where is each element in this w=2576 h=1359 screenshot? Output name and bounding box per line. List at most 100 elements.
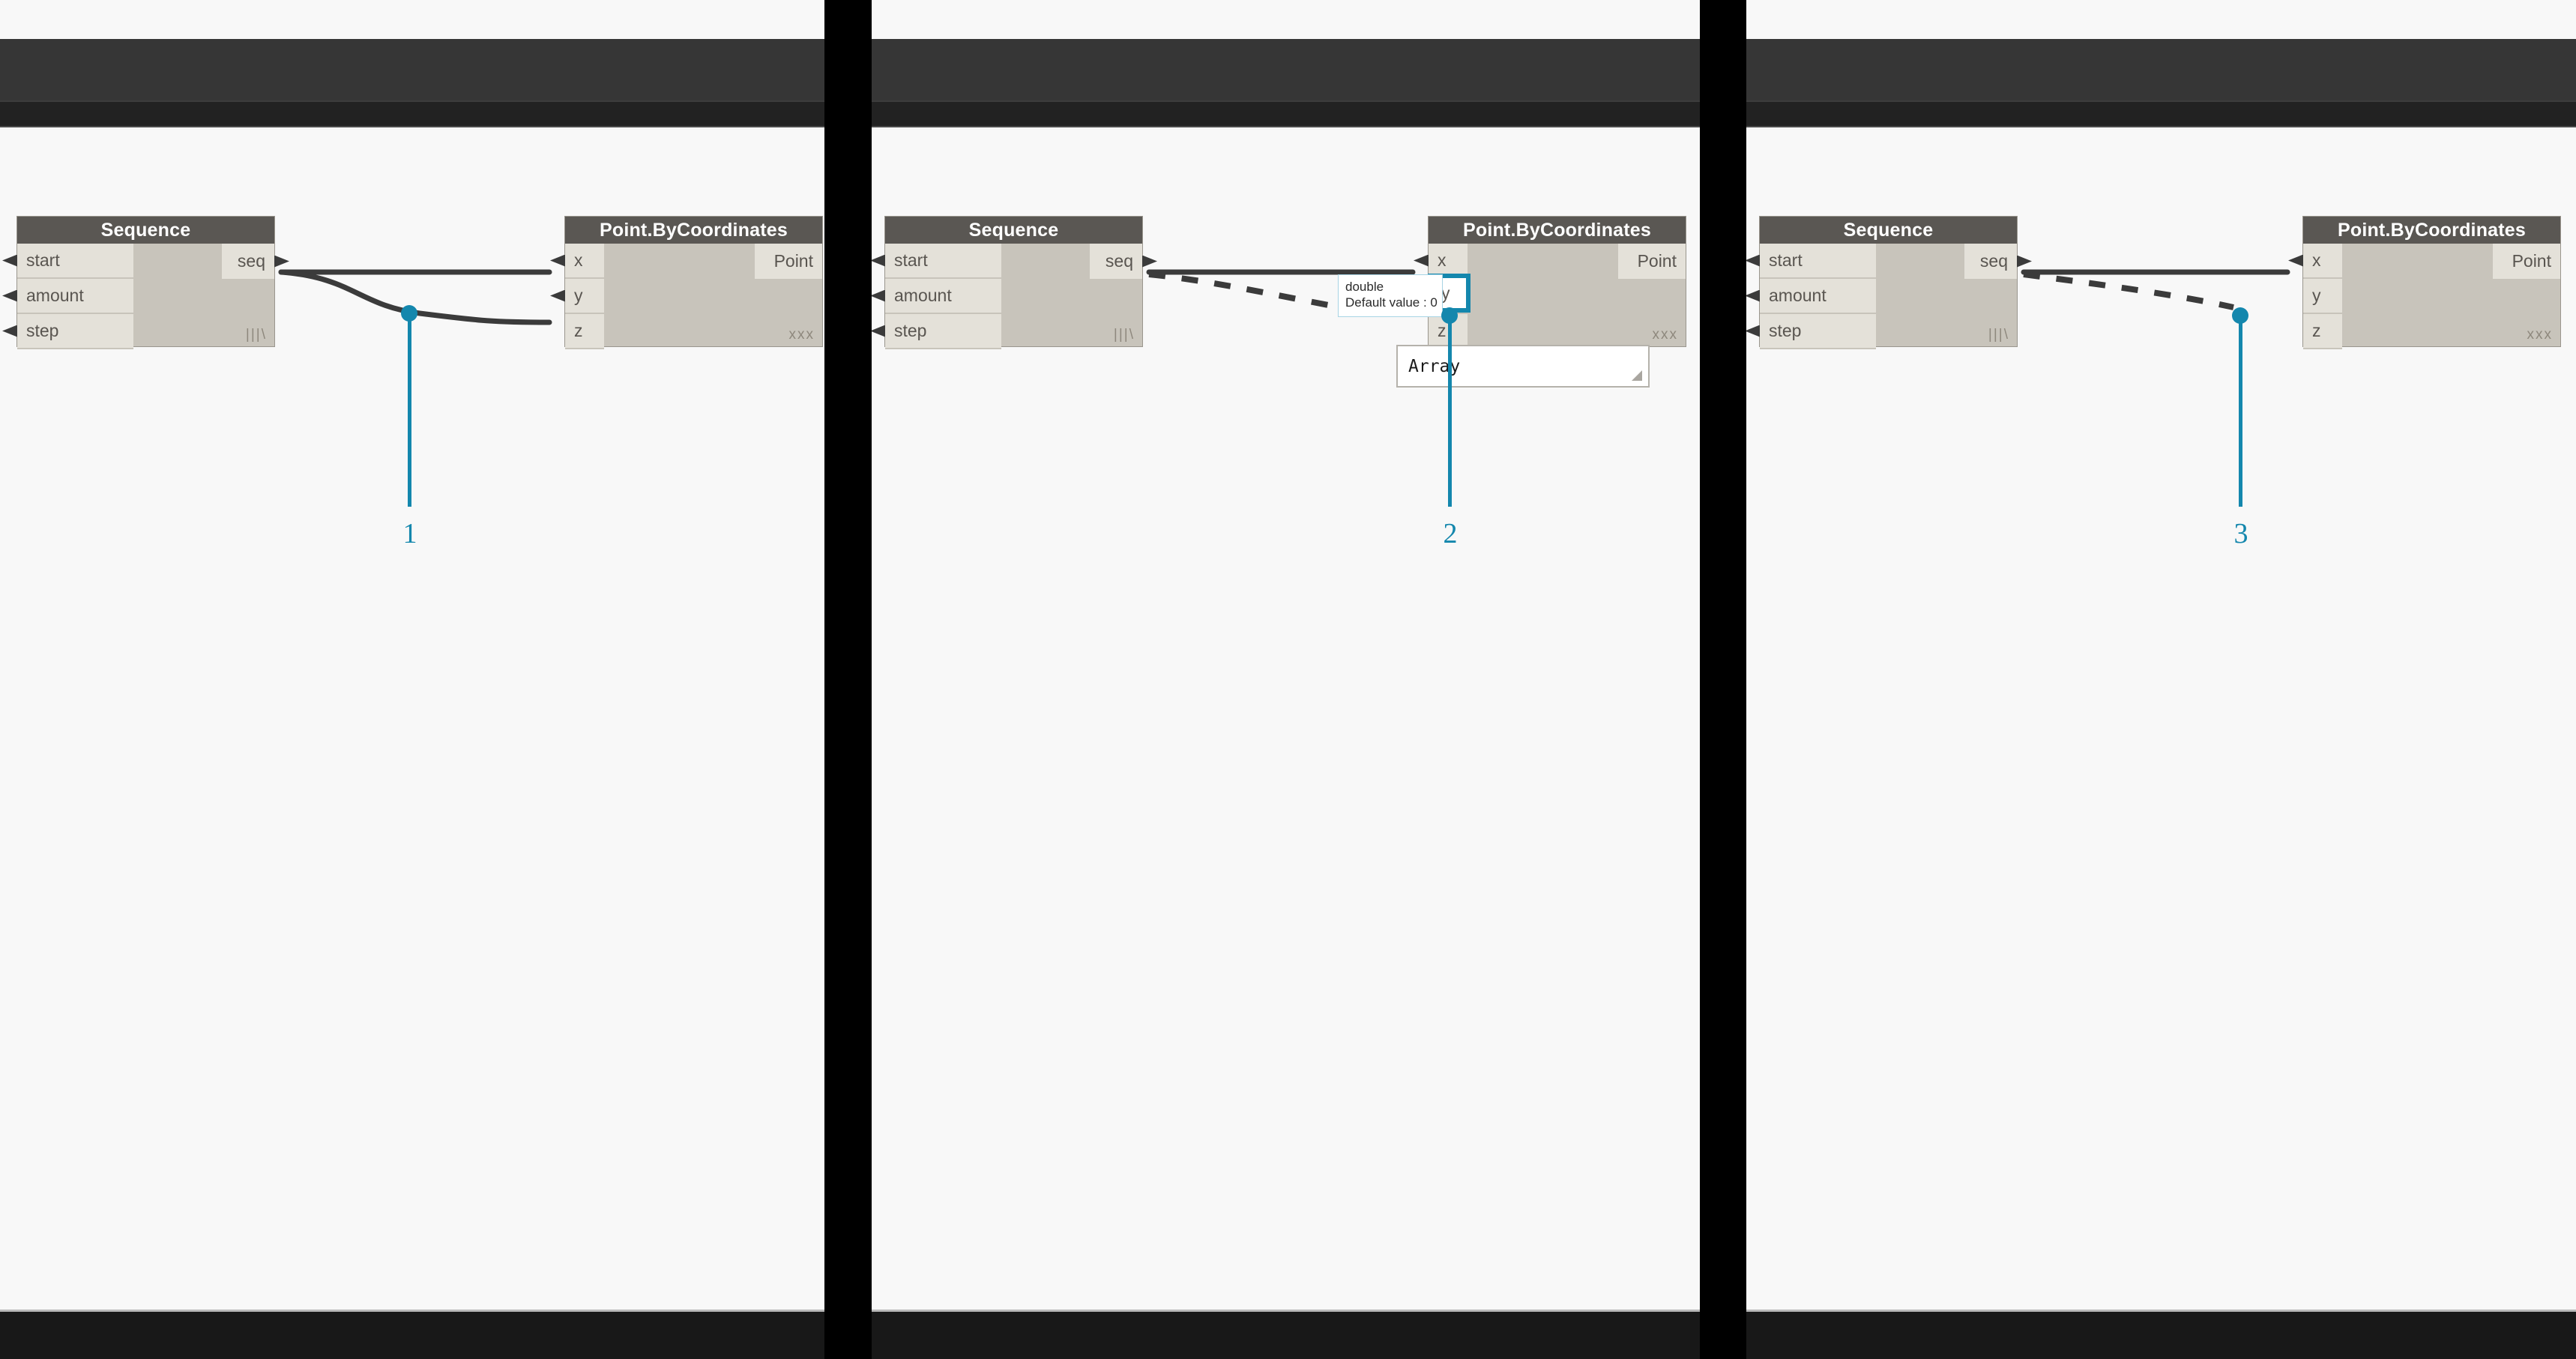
callout-number-2: 2 <box>1443 518 1458 549</box>
port-x[interactable]: x <box>550 244 604 279</box>
port-x[interactable]: x <box>2288 244 2342 279</box>
port-connector-icon <box>1414 254 1429 267</box>
port-z[interactable]: z <box>2303 314 2342 349</box>
lacing-indicator[interactable]: xxx <box>2527 327 2554 343</box>
port-label: start <box>26 250 60 270</box>
node-body: start amount step seq |||\ <box>2 244 289 349</box>
callout-line-2 <box>1448 316 1452 507</box>
node-title: Sequence <box>885 217 1142 244</box>
resize-grip-icon[interactable] <box>1632 370 1642 381</box>
screenshot-stage: Sequence start amount step seq |||\ Poin… <box>0 0 2576 1359</box>
port-label: z <box>1438 321 1447 340</box>
port-label: amount <box>894 286 952 305</box>
node-body: x y z Point xxx <box>550 244 822 349</box>
tooltip-default: Default value : 0 <box>1345 295 1438 310</box>
toolbar-bottom <box>1746 102 2576 127</box>
port-amount[interactable]: amount <box>1746 279 1876 314</box>
port-y[interactable]: y <box>550 279 604 314</box>
panel-gutter-1 <box>824 0 872 1359</box>
port-amount[interactable]: amount <box>2 279 133 314</box>
port-label: y <box>574 286 583 305</box>
lacing-indicator[interactable]: |||\ <box>1114 327 1135 343</box>
lacing-indicator[interactable]: xxx <box>789 327 815 343</box>
panel-footer <box>1746 1310 2576 1359</box>
node-sequence-2[interactable]: Sequence start amount step seq |||\ <box>872 216 1157 349</box>
port-label: y <box>2312 286 2321 305</box>
port-label: Point <box>2512 251 2551 271</box>
port-label: x <box>574 250 583 270</box>
port-connector-icon <box>2288 254 2303 267</box>
port-connector-icon <box>2 289 17 302</box>
port-amount[interactable]: amount <box>872 279 1001 314</box>
port-y[interactable]: y <box>2303 279 2342 314</box>
port-label: z <box>574 321 583 340</box>
port-connector-icon <box>1142 255 1157 268</box>
toolbar-bottom <box>872 102 1700 127</box>
toolbar-top <box>872 39 1700 105</box>
port-point[interactable]: Point <box>1618 244 1686 279</box>
wire-dragging-dashed <box>1148 271 1341 310</box>
port-point[interactable]: Point <box>755 244 822 279</box>
port-type-tooltip: double Default value : 0 <box>1338 274 1443 317</box>
port-seq[interactable]: seq <box>1090 244 1157 279</box>
toolbar-bottom <box>0 102 824 127</box>
node-sequence-1[interactable]: Sequence start amount step seq |||\ <box>2 216 289 349</box>
callout-line-3 <box>2239 316 2242 507</box>
port-connector-icon <box>872 325 885 337</box>
panel-footer <box>872 1310 1700 1359</box>
node-point-bycoordinates-1[interactable]: Point.ByCoordinates x y z Point xxx <box>550 216 823 349</box>
port-label: Point <box>1637 251 1677 271</box>
port-z[interactable]: z <box>565 314 604 349</box>
node-body: x y z Point xxx <box>2288 244 2560 349</box>
node-title: Sequence <box>1760 217 2017 244</box>
port-connector-icon <box>1746 254 1760 267</box>
port-connector-icon <box>550 254 565 267</box>
node-body: start amount step seq |||\ <box>872 244 1157 349</box>
lacing-indicator[interactable]: |||\ <box>246 327 267 343</box>
port-seq[interactable]: seq <box>1964 244 2032 279</box>
port-connector-icon <box>1746 289 1760 302</box>
port-label: seq <box>1105 251 1133 271</box>
port-label: amount <box>26 286 84 305</box>
node-title: Point.ByCoordinates <box>2303 217 2560 244</box>
port-label: step <box>894 321 927 340</box>
port-point[interactable]: Point <box>2493 244 2560 279</box>
toolbar-top <box>0 39 824 105</box>
port-connector-icon <box>550 289 565 302</box>
port-label: seq <box>1979 251 2008 271</box>
port-label: start <box>894 250 928 270</box>
panel-1: Sequence start amount step seq |||\ Poin… <box>0 0 824 1359</box>
panel-2: Sequence start amount step seq |||\ Poin… <box>872 0 1700 1359</box>
port-connector-icon <box>872 254 885 267</box>
port-step[interactable]: step <box>1746 314 1876 349</box>
port-connector-icon <box>2017 255 2032 268</box>
port-label: step <box>1769 321 1802 340</box>
port-connector-icon <box>2 254 17 267</box>
lacing-indicator[interactable]: xxx <box>1653 327 1679 343</box>
port-step[interactable]: step <box>2 314 133 349</box>
port-connector-icon <box>2 325 17 337</box>
port-label: step <box>26 321 59 340</box>
port-start[interactable]: start <box>872 244 1001 279</box>
node-sequence-3[interactable]: Sequence start amount step seq |||\ <box>1746 216 2032 349</box>
array-code-block[interactable]: Array <box>1396 345 1650 388</box>
panel-gutter-2 <box>1700 0 1746 1359</box>
port-seq[interactable]: seq <box>222 244 289 279</box>
port-label: Point <box>773 251 813 271</box>
lacing-indicator[interactable]: |||\ <box>1988 327 2009 343</box>
port-step[interactable]: step <box>872 314 1001 349</box>
port-connector-icon <box>1746 325 1760 337</box>
node-point-bycoordinates-3[interactable]: Point.ByCoordinates x y z Point xxx <box>2288 216 2561 349</box>
graph-canvas-2[interactable]: Sequence start amount step seq |||\ Poin… <box>872 127 1700 1312</box>
graph-canvas-1[interactable]: Sequence start amount step seq |||\ Poin… <box>0 127 824 1312</box>
node-title: Sequence <box>17 217 274 244</box>
panel-3: Sequence start amount step seq |||\ Poin… <box>1746 0 2576 1359</box>
node-title: Point.ByCoordinates <box>565 217 822 244</box>
port-start[interactable]: start <box>1746 244 1876 279</box>
array-code-value: Array <box>1408 356 1461 376</box>
graph-canvas-3[interactable]: Sequence start amount step seq |||\ Poin… <box>1746 127 2576 1312</box>
port-connector-icon <box>274 255 289 268</box>
toolbar-top <box>1746 39 2576 105</box>
port-label: x <box>2312 250 2321 270</box>
port-start[interactable]: start <box>2 244 133 279</box>
